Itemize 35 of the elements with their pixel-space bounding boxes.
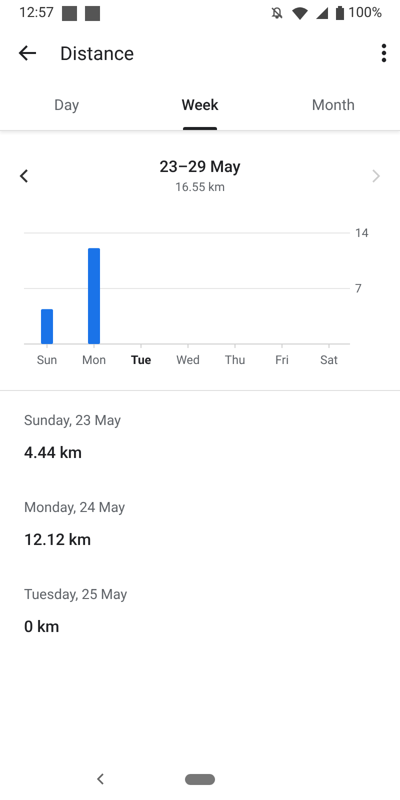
clock: 12:57 <box>19 5 54 21</box>
app-bar-title: Distance <box>60 42 135 64</box>
week-total: 16.55 km <box>175 180 225 194</box>
battery-icon <box>336 6 344 20</box>
entry-date: Tuesday, 25 May <box>24 587 128 603</box>
wifi-icon <box>292 6 308 20</box>
back-button[interactable] <box>18 43 38 63</box>
tab[interactable]: Day <box>0 80 134 130</box>
x-axis-label: Sat <box>320 353 338 367</box>
previous-week-button[interactable] <box>18 168 30 182</box>
x-axis-label: Mon <box>82 353 106 367</box>
x-axis-label: Thu <box>224 353 246 367</box>
tab[interactable]: Week <box>133 80 267 130</box>
entry-distance: 0 km <box>24 617 60 636</box>
entry-distance: 4.44 km <box>24 443 82 462</box>
week-range: 23–29 May <box>160 157 240 176</box>
battery-level: 100% <box>348 5 382 21</box>
bar <box>41 309 53 344</box>
tab[interactable]: Month <box>266 80 400 130</box>
x-axis-label: Fri <box>275 353 289 367</box>
muted-bell-icon <box>270 6 284 20</box>
x-axis-label: Tue <box>130 353 152 367</box>
x-axis-label: Wed <box>176 353 200 367</box>
entry-date: Sunday, 23 May <box>24 413 121 429</box>
entry-distance: 12.12 km <box>24 530 92 549</box>
notification-icon <box>62 6 77 20</box>
notification-icon <box>84 6 100 20</box>
entry-date: Monday, 24 May <box>24 500 126 516</box>
y-axis-label: 14 <box>355 226 368 240</box>
y-axis-label: 7 <box>355 282 362 296</box>
signal-icon <box>316 7 328 19</box>
back-nav-button[interactable] <box>97 773 105 785</box>
x-axis-label: Sun <box>36 353 58 367</box>
home-pill[interactable] <box>185 774 215 784</box>
more-options-icon[interactable] <box>380 43 388 63</box>
